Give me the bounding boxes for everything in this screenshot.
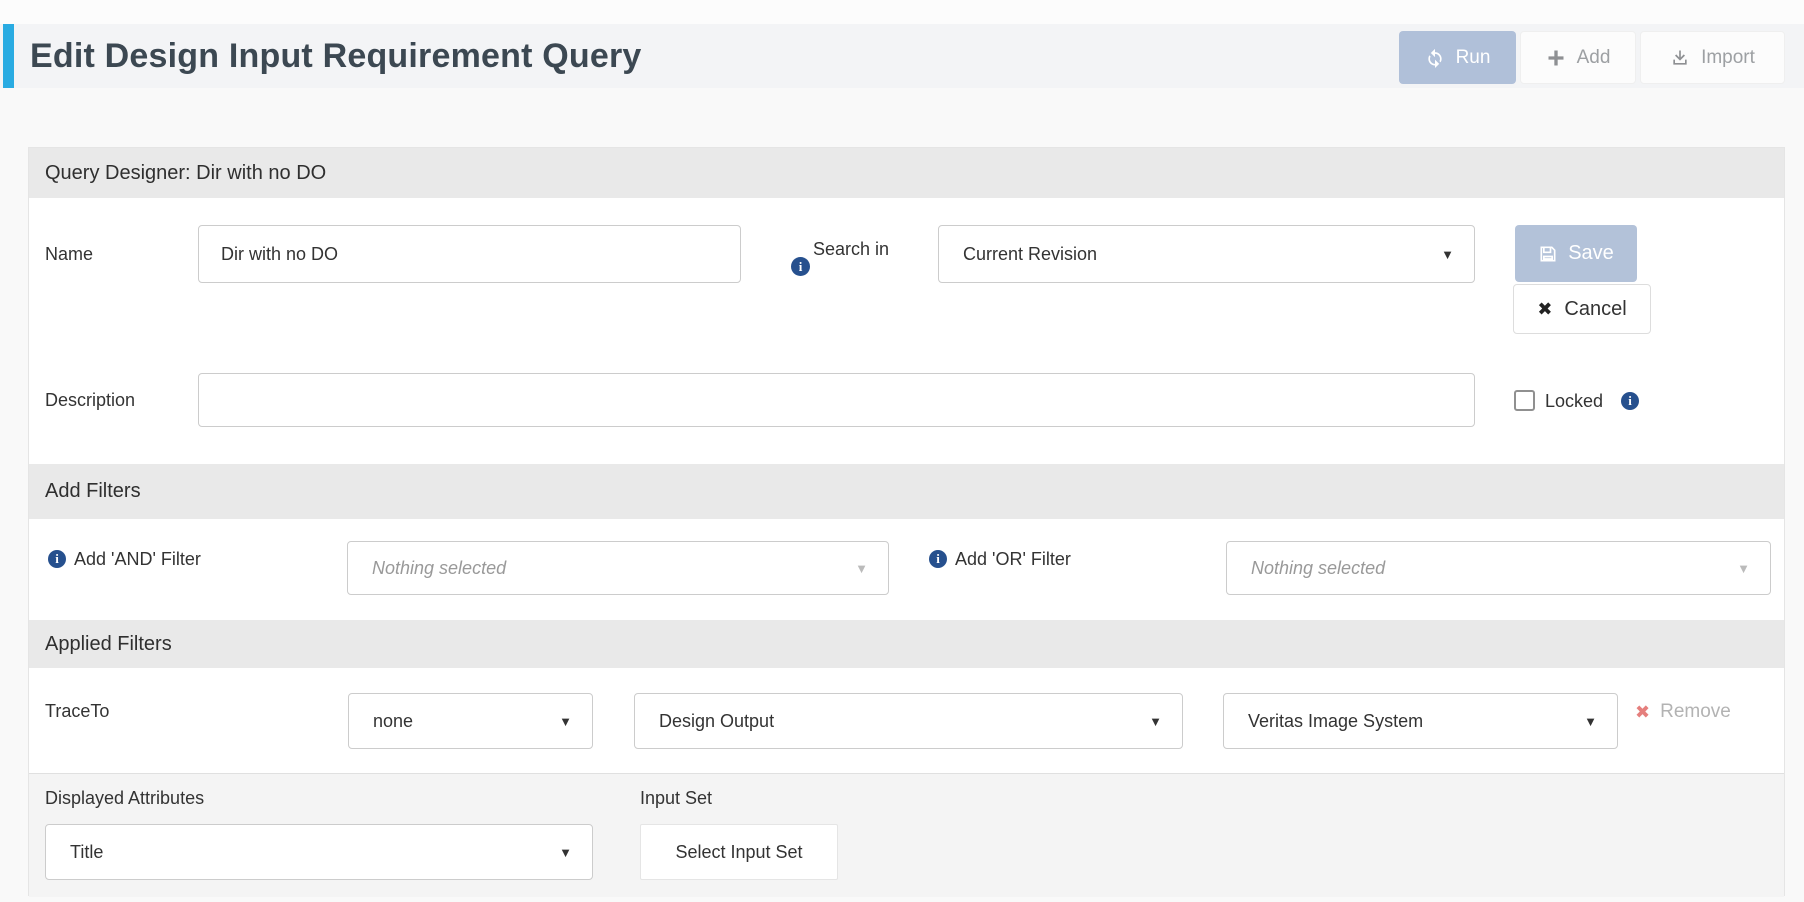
save-button-label: Save bbox=[1568, 242, 1614, 265]
caret-down-icon: ▼ bbox=[559, 846, 572, 859]
displayed-attributes-value: Title bbox=[70, 842, 103, 863]
name-input[interactable] bbox=[198, 225, 741, 283]
search-in-label: Search in bbox=[801, 235, 889, 263]
and-filter-select[interactable]: Nothing selected ▼ bbox=[347, 541, 889, 595]
caret-down-icon: ▼ bbox=[855, 562, 868, 575]
name-label: Name bbox=[45, 244, 93, 265]
and-filter-label: Add 'AND' Filter bbox=[74, 549, 201, 570]
and-filter-info-icon[interactable]: i bbox=[48, 550, 66, 568]
floppy-icon bbox=[1538, 244, 1558, 264]
trace-to-type-value: none bbox=[373, 711, 413, 732]
cancel-button-label: Cancel bbox=[1564, 298, 1626, 321]
import-button[interactable]: Import bbox=[1640, 31, 1785, 84]
displayed-attributes-select[interactable]: Title ▼ bbox=[45, 824, 593, 880]
locked-label: Locked bbox=[1545, 391, 1603, 412]
locked-checkbox[interactable] bbox=[1514, 390, 1535, 411]
caret-down-icon: ▼ bbox=[559, 715, 572, 728]
caret-down-icon: ▼ bbox=[1441, 248, 1454, 261]
edit-query-page: Edit Design Input Requirement Query Run … bbox=[0, 0, 1804, 902]
applied-filters-header-title: Applied Filters bbox=[45, 633, 172, 656]
panel-header: Query Designer: Dir with no DO bbox=[29, 148, 1784, 198]
panel-footer: Displayed Attributes Title ▼ Input Set S… bbox=[29, 773, 1784, 897]
accent-bar bbox=[3, 24, 14, 88]
close-icon: ✖ bbox=[1537, 299, 1552, 320]
and-filter-placeholder: Nothing selected bbox=[372, 558, 506, 579]
download-icon bbox=[1670, 48, 1690, 68]
select-input-set-label: Select Input Set bbox=[675, 842, 802, 863]
plus-icon bbox=[1546, 48, 1566, 68]
input-set-label: Input Set bbox=[640, 788, 712, 809]
cancel-button[interactable]: ✖ Cancel bbox=[1513, 284, 1651, 334]
run-button[interactable]: Run bbox=[1399, 31, 1516, 84]
panel-header-title: Query Designer: Dir with no DO bbox=[45, 162, 326, 185]
remove-x-icon: ✖ bbox=[1635, 702, 1650, 723]
trace-to-target-select[interactable]: Design Output ▼ bbox=[634, 693, 1183, 749]
page-title: Edit Design Input Requirement Query bbox=[30, 24, 642, 88]
import-button-label: Import bbox=[1701, 47, 1755, 69]
description-label: Description bbox=[45, 390, 135, 411]
search-in-selected-value: Current Revision bbox=[963, 244, 1097, 265]
add-filters-header-title: Add Filters bbox=[45, 480, 141, 503]
description-input[interactable] bbox=[198, 373, 1475, 427]
or-filter-info-icon[interactable]: i bbox=[929, 550, 947, 568]
trace-to-target-value: Design Output bbox=[659, 711, 774, 732]
save-button[interactable]: Save bbox=[1515, 225, 1637, 282]
applied-filters-header: Applied Filters bbox=[29, 620, 1784, 668]
remove-filter-button[interactable]: ✖ Remove bbox=[1635, 701, 1731, 723]
add-filters-header: Add Filters bbox=[29, 464, 1784, 519]
run-button-label: Run bbox=[1456, 47, 1491, 69]
add-button-label: Add bbox=[1577, 47, 1611, 69]
caret-down-icon: ▼ bbox=[1584, 715, 1597, 728]
sync-icon bbox=[1425, 48, 1445, 68]
caret-down-icon: ▼ bbox=[1737, 562, 1750, 575]
top-strip bbox=[0, 0, 1804, 24]
search-in-select[interactable]: Current Revision ▼ bbox=[938, 225, 1475, 283]
caret-down-icon: ▼ bbox=[1149, 715, 1162, 728]
or-filter-select[interactable]: Nothing selected ▼ bbox=[1226, 541, 1771, 595]
or-filter-placeholder: Nothing selected bbox=[1251, 558, 1385, 579]
add-button[interactable]: Add bbox=[1520, 31, 1636, 84]
trace-to-type-select[interactable]: none ▼ bbox=[348, 693, 593, 749]
remove-button-label: Remove bbox=[1660, 701, 1731, 723]
locked-info-icon[interactable]: i bbox=[1621, 392, 1639, 410]
displayed-attributes-label: Displayed Attributes bbox=[45, 788, 204, 809]
or-filter-label: Add 'OR' Filter bbox=[955, 549, 1071, 570]
trace-to-value-value: Veritas Image System bbox=[1248, 711, 1423, 732]
trace-to-label: TraceTo bbox=[45, 701, 109, 722]
select-input-set-button[interactable]: Select Input Set bbox=[640, 824, 838, 880]
trace-to-value-select[interactable]: Veritas Image System ▼ bbox=[1223, 693, 1618, 749]
query-designer-panel: Query Designer: Dir with no DO Name i Se… bbox=[28, 147, 1785, 896]
